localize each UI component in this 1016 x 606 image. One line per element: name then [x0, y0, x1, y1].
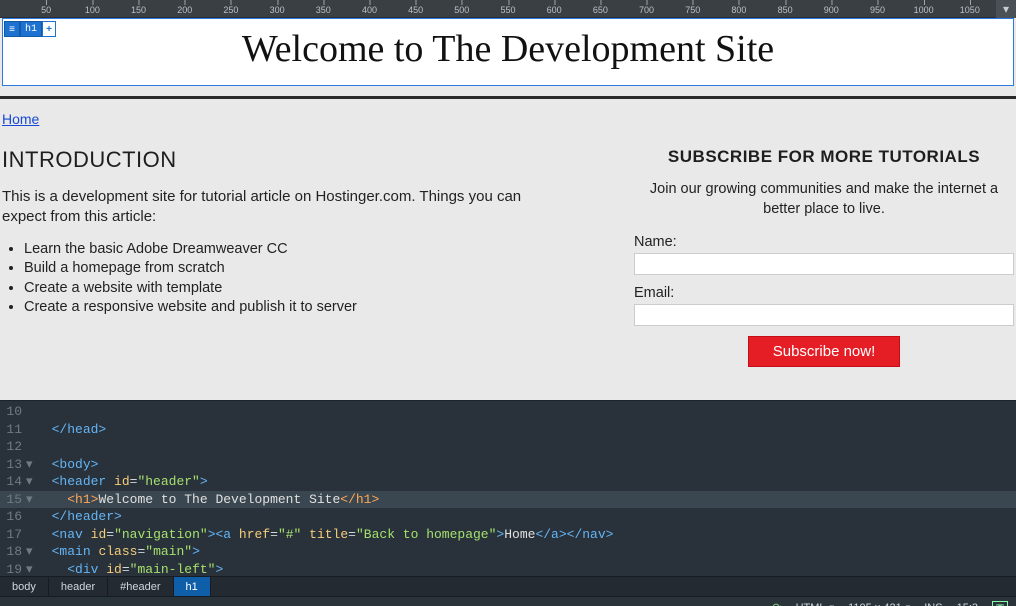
- breadcrumb-header[interactable]: #header: [108, 577, 173, 596]
- name-input[interactable]: [634, 253, 1014, 275]
- header-divider: [0, 96, 1016, 99]
- subscribe-column: SUBSCRIBE FOR MORE TUTORIALS Join our gr…: [634, 147, 1014, 367]
- email-field-row: Email:: [634, 285, 1014, 326]
- code-line[interactable]: 11 </head>: [0, 421, 1016, 439]
- list-item: Build a homepage from scratch: [24, 259, 594, 279]
- ruler-tick: 450: [408, 0, 423, 18]
- code-line[interactable]: 17 <nav id="navigation"><a href="#" titl…: [0, 526, 1016, 544]
- add-element-button[interactable]: +: [42, 21, 56, 37]
- ruler-tick: 500: [454, 0, 469, 18]
- breadcrumb-h1[interactable]: h1: [174, 577, 211, 596]
- main-left-column: INTRODUCTION This is a development site …: [2, 147, 594, 367]
- code-line[interactable]: 19▾ <div id="main-left">: [0, 561, 1016, 576]
- subscribe-heading: SUBSCRIBE FOR MORE TUTORIALS: [634, 147, 1014, 167]
- code-editor[interactable]: 10 11 </head>12 13▾ <body>14▾ <header id…: [0, 400, 1016, 576]
- subscribe-blurb: Join our growing communities and make th…: [634, 179, 1014, 220]
- intro-paragraph: This is a development site for tutorial …: [2, 187, 562, 228]
- insert-mode[interactable]: INS: [924, 602, 942, 606]
- code-line[interactable]: 18▾ <main class="main">: [0, 543, 1016, 561]
- ruler-tick: 1050: [960, 0, 980, 18]
- ruler-corner-icon: ▾: [996, 0, 1016, 18]
- tag-breadcrumb[interactable]: bodyheader#headerh1: [0, 576, 1016, 596]
- nav-home-link[interactable]: Home: [2, 111, 39, 127]
- code-line[interactable]: 13▾ <body>: [0, 456, 1016, 474]
- ruler-tick: 100: [85, 0, 100, 18]
- ruler-tick: 200: [177, 0, 192, 18]
- email-input[interactable]: [634, 304, 1014, 326]
- ruler-tick: 550: [500, 0, 515, 18]
- horizontal-ruler: ▾ 50 100 150 200 250 300 350 400 450 500 550 600 650…: [0, 0, 1016, 18]
- ruler-tick: 650: [593, 0, 608, 18]
- design-canvas[interactable]: ≡ h1 + Welcome to The Development Site H…: [0, 18, 1016, 400]
- main-two-column: INTRODUCTION This is a development site …: [0, 129, 1016, 367]
- subscribe-button[interactable]: Subscribe now!: [748, 336, 901, 367]
- ruler-tick: 1000: [914, 0, 934, 18]
- ruler-tick: 900: [824, 0, 839, 18]
- ruler-tick: 800: [731, 0, 746, 18]
- code-line[interactable]: 14▾ <header id="header">: [0, 473, 1016, 491]
- ruler-tick: 400: [362, 0, 377, 18]
- breadcrumb-body[interactable]: body: [0, 577, 49, 596]
- intro-heading: INTRODUCTION: [2, 147, 594, 173]
- code-line[interactable]: 12: [0, 438, 1016, 456]
- name-field-row: Name:: [634, 234, 1014, 275]
- ruler-tick: 150: [131, 0, 146, 18]
- sync-ok-icon: ⟳: [772, 601, 781, 606]
- email-label: Email:: [634, 285, 1014, 301]
- ruler-tick: 300: [270, 0, 285, 18]
- list-item: Learn the basic Adobe Dreamweaver CC: [24, 240, 594, 260]
- hamburger-icon[interactable]: ≡: [4, 21, 20, 37]
- ruler-tick: 250: [223, 0, 238, 18]
- name-label: Name:: [634, 234, 1014, 250]
- breadcrumb-header[interactable]: header: [49, 577, 108, 596]
- code-line[interactable]: 15▾ <h1>Welcome to The Development Site<…: [0, 491, 1016, 509]
- code-line[interactable]: 10: [0, 403, 1016, 421]
- selected-h1-box[interactable]: Welcome to The Development Site: [2, 18, 1014, 86]
- canvas-dimensions[interactable]: 1105 x 421▾: [848, 602, 910, 606]
- window-mode-icon[interactable]: ▣: [992, 601, 1008, 606]
- status-bar: ⟳ HTML▾ 1105 x 421▾ INS 15:3 ▣: [0, 596, 1016, 606]
- ruler-tick: 600: [547, 0, 562, 18]
- list-item: Create a website with template: [24, 279, 594, 299]
- ruler-tick: 750: [685, 0, 700, 18]
- list-item: Create a responsive website and publish …: [24, 298, 594, 318]
- cursor-position: 15:3: [957, 602, 978, 606]
- ruler-tick: 350: [316, 0, 331, 18]
- element-selector-overlay[interactable]: ≡ h1 +: [4, 20, 56, 38]
- ruler-tick: 850: [778, 0, 793, 18]
- intro-list: Learn the basic Adobe Dreamweaver CCBuil…: [24, 240, 594, 318]
- code-line[interactable]: 16 </header>: [0, 508, 1016, 526]
- ruler-tick: 700: [639, 0, 654, 18]
- ruler-tick: 50: [41, 0, 51, 18]
- page-title[interactable]: Welcome to The Development Site: [3, 27, 1013, 71]
- ruler-tick: 950: [870, 0, 885, 18]
- doctype-selector[interactable]: HTML▾: [796, 602, 834, 606]
- selected-element-tag[interactable]: h1: [20, 21, 42, 37]
